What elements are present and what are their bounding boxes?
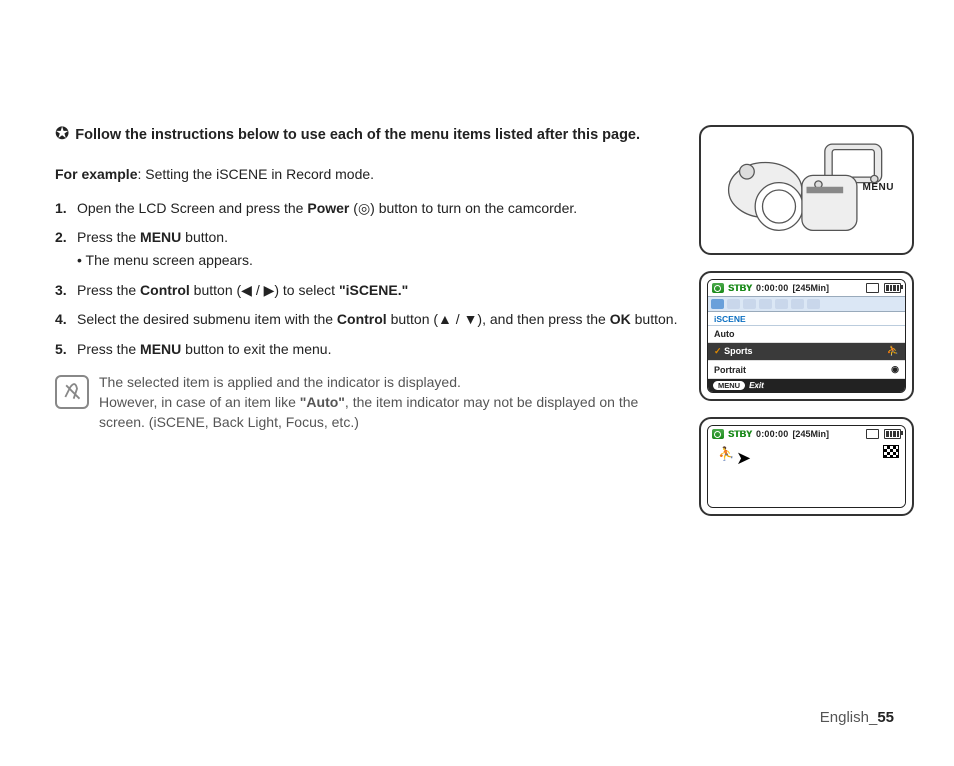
- manual-page: ✪ Follow the instructions below to use e…: [0, 0, 954, 766]
- step-sub-bullet: The menu screen appears.: [77, 251, 679, 271]
- sdcard-icon: [866, 429, 879, 439]
- note-icon: [55, 375, 89, 409]
- menu-item-sports: ✓ Sports ⛹: [708, 343, 905, 361]
- for-example-text: : Setting the iSCENE in Record mode.: [137, 166, 374, 182]
- menu-item-auto: Auto: [708, 326, 905, 343]
- step-number: 2.: [55, 228, 77, 270]
- menu-tab-row: [708, 296, 905, 312]
- step-body: Open the LCD Screen and press the Power …: [77, 199, 679, 219]
- footer-language: English_: [820, 709, 878, 726]
- step-number: 1.: [55, 199, 77, 219]
- step-body: Select the desired submenu item with the…: [77, 310, 679, 330]
- step: 3. Press the Control button (◀ / ▶) to s…: [55, 281, 679, 301]
- example-intro: For example: Setting the iSCENE in Recor…: [55, 165, 679, 185]
- note-text: The selected item is applied and the ind…: [99, 373, 679, 432]
- portrait-icon: ◉: [891, 364, 899, 375]
- lcd-menu-screen: STBY 0:00:00 [245Min]: [699, 271, 914, 401]
- for-example-label: For example: [55, 166, 137, 182]
- tab-icon: [791, 299, 804, 309]
- lcd-record-screen: STBY 0:00:00 [245Min] ⛹ ➤: [699, 417, 914, 516]
- page-heading: Follow the instructions below to use eac…: [75, 125, 640, 145]
- note: The selected item is applied and the ind…: [55, 373, 679, 432]
- battery-icon: [884, 283, 901, 293]
- elapsed-time: 0:00:00: [756, 283, 788, 293]
- menu-item-list: Auto ✓ Sports ⛹ Portrait ◉: [708, 326, 905, 379]
- tab-icon: [727, 299, 740, 309]
- page-footer: English_55: [820, 709, 894, 726]
- remaining-time: [245Min]: [792, 283, 829, 293]
- footer-page-number: 55: [877, 709, 894, 726]
- step-number: 5.: [55, 340, 77, 360]
- step: 4. Select the desired submenu item with …: [55, 310, 679, 330]
- sports-icon: ⛹: [887, 346, 899, 357]
- lcd-status-bar: STBY 0:00:00 [245Min]: [708, 426, 905, 442]
- cursor-icon: ➤: [736, 448, 751, 469]
- tab-icon: [743, 299, 756, 309]
- step: 2. Press the MENU button. The menu scree…: [55, 228, 679, 270]
- tab-icon: [711, 299, 724, 309]
- step-body: Press the MENU button to exit the menu.: [77, 340, 679, 360]
- step-body: Press the Control button (◀ / ▶) to sele…: [77, 281, 679, 301]
- step: 1. Open the LCD Screen and press the Pow…: [55, 199, 679, 219]
- remaining-time: [245Min]: [792, 429, 829, 439]
- stby-label: STBY: [728, 429, 752, 439]
- exit-label: Exit: [749, 381, 764, 390]
- body-column: ✪ Follow the instructions below to use e…: [55, 40, 679, 532]
- sdcard-icon: [866, 283, 879, 293]
- power-icon: ◎: [358, 200, 370, 216]
- battery-icon: [884, 429, 901, 439]
- elapsed-time: 0:00:00: [756, 429, 788, 439]
- check-icon: ✓: [714, 346, 722, 356]
- sports-mode-icon: ⛹: [718, 446, 734, 462]
- steps-list: 1. Open the LCD Screen and press the Pow…: [55, 199, 679, 360]
- camcorder-diagram: MENU: [699, 125, 914, 255]
- lcd-body: ⛹ ➤: [708, 442, 905, 507]
- record-mode-icon: [712, 429, 724, 439]
- menu-item-portrait: Portrait ◉: [708, 361, 905, 379]
- menu-pill: MENU: [713, 381, 745, 390]
- step: 5. Press the MENU button to exit the men…: [55, 340, 679, 360]
- lcd-status-bar: STBY 0:00:00 [245Min]: [708, 280, 905, 296]
- tab-icon: [775, 299, 788, 309]
- menu-footer: MENU Exit: [708, 379, 905, 392]
- menu-label: MENU: [863, 182, 894, 193]
- step-body: Press the MENU button. The menu screen a…: [77, 228, 679, 270]
- illustration-column: MENU STBY 0:00:00 [245Min]: [699, 40, 914, 532]
- tab-icon: [807, 299, 820, 309]
- step-number: 3.: [55, 281, 77, 301]
- stby-label: STBY: [728, 283, 752, 293]
- finish-flag-icon: [883, 445, 899, 458]
- tab-icon: [759, 299, 772, 309]
- record-mode-icon: [712, 283, 724, 293]
- menu-title: iSCENE: [708, 312, 905, 326]
- step-number: 4.: [55, 310, 77, 330]
- cross-icon: ✪: [55, 125, 69, 144]
